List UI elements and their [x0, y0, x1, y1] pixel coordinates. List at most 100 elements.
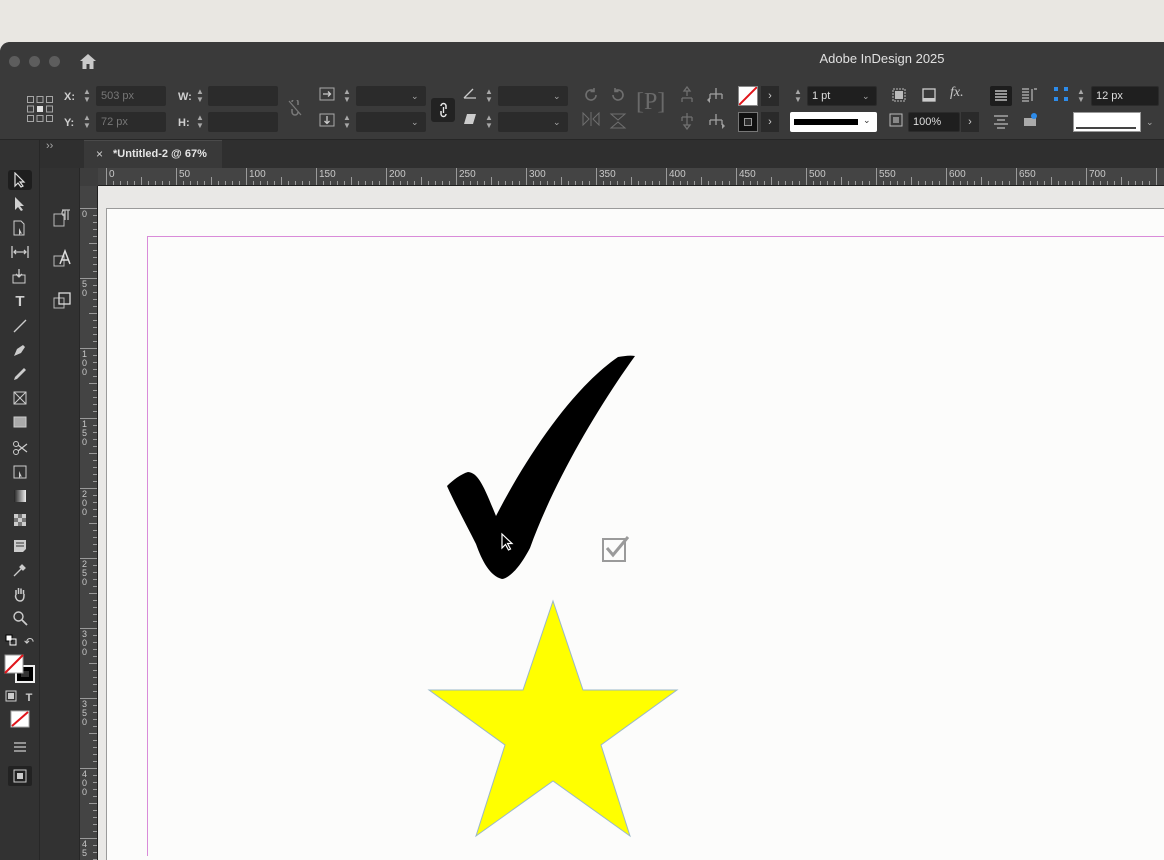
- character-styles-icon[interactable]: [52, 248, 72, 268]
- vertical-ruler[interactable]: 0 5 0 1 0 0 1 5 0 2 0 0 2 5 0 3 0 0 3 5 0 4 0 0 4…: [80, 186, 98, 860]
- constrain-proportions-icon[interactable]: [288, 98, 302, 119]
- stroke-swatch-icon[interactable]: [738, 112, 758, 132]
- content-collector-tool-icon[interactable]: [8, 266, 32, 286]
- eyedropper-tool-icon[interactable]: [8, 560, 32, 580]
- align-right-icon[interactable]: [1019, 86, 1039, 107]
- swatch-preview[interactable]: [1073, 112, 1141, 132]
- select-next-object-icon[interactable]: [706, 112, 726, 133]
- swap-colors-icon[interactable]: ↶: [22, 632, 36, 652]
- width-field[interactable]: [208, 86, 278, 106]
- home-icon[interactable]: [78, 52, 98, 70]
- gradient-swatch-tool-icon[interactable]: [8, 486, 32, 506]
- frame-fitting-icon[interactable]: [920, 86, 938, 107]
- stroke-weight-stepper[interactable]: ▲ ▼: [793, 88, 803, 106]
- scale-x-dropdown[interactable]: ⌄: [411, 91, 419, 102]
- fill-menu-button[interactable]: ›: [761, 86, 779, 106]
- select-container-icon[interactable]: [679, 85, 695, 107]
- ruler-tick: [799, 181, 800, 185]
- shear-stepper[interactable]: ▲ ▼: [484, 114, 494, 132]
- ruler-tick: [414, 181, 415, 185]
- note-tool-icon[interactable]: [8, 536, 32, 556]
- h-stepper[interactable]: ▲ ▼: [195, 114, 205, 132]
- line-tool-icon[interactable]: [8, 316, 32, 336]
- pasteboard[interactable]: [98, 186, 1164, 860]
- screen-mode-icon[interactable]: [8, 738, 32, 758]
- gradient-feather-tool-icon[interactable]: [8, 510, 32, 530]
- ruler-tick: [93, 789, 97, 790]
- rotation-stepper[interactable]: ▲ ▼: [484, 88, 494, 106]
- horizontal-ruler[interactable]: 0 50 100 150 200 250 300 350 400 450 500 550 600 650 7…: [98, 168, 1164, 186]
- y-position-field[interactable]: 72 px: [96, 112, 166, 132]
- document-tab[interactable]: × *Untitled-2 @ 67%: [84, 140, 222, 168]
- select-previous-object-icon[interactable]: [706, 86, 726, 107]
- stroke-menu-button[interactable]: ›: [761, 112, 779, 132]
- scale-y-stepper[interactable]: ▲ ▼: [342, 114, 352, 132]
- link-icon[interactable]: [431, 98, 455, 122]
- panel-collapse-icon[interactable]: ››: [46, 140, 53, 152]
- align-left-icon[interactable]: [990, 86, 1012, 106]
- x-stepper[interactable]: ▲ ▼: [82, 88, 92, 106]
- fx-icon[interactable]: fx.: [950, 85, 964, 101]
- transform-reference-icon[interactable]: [P]: [636, 90, 665, 114]
- close-window-button[interactable]: [9, 56, 20, 67]
- rotate-counterclockwise-icon[interactable]: [609, 86, 627, 107]
- formatting-text-icon[interactable]: T: [22, 688, 36, 708]
- close-tab-icon[interactable]: ×: [96, 147, 103, 161]
- stroke-weight-dropdown[interactable]: ⌄: [862, 91, 870, 102]
- ruler-origin[interactable]: [80, 168, 98, 186]
- flip-horizontal-icon[interactable]: [582, 111, 600, 129]
- w-stepper[interactable]: ▲ ▼: [195, 88, 205, 106]
- fill-stroke-swatch[interactable]: [4, 652, 36, 684]
- pen-tool-icon[interactable]: [8, 340, 32, 360]
- gap-stepper[interactable]: ▲ ▼: [1076, 88, 1086, 106]
- checkmark-shape[interactable]: [447, 355, 635, 579]
- selection-tool-icon[interactable]: [8, 170, 32, 190]
- direct-selection-tool-icon[interactable]: [8, 194, 32, 214]
- star-shape[interactable]: [427, 599, 679, 838]
- distribute-icon[interactable]: [992, 112, 1010, 133]
- scale-x-stepper[interactable]: ▲ ▼: [342, 88, 352, 106]
- ruler-tick: [93, 425, 97, 426]
- hand-tool-icon[interactable]: [8, 584, 32, 604]
- free-transform-tool-icon[interactable]: [8, 462, 32, 482]
- zoom-tool-icon[interactable]: [8, 608, 32, 628]
- formatting-container-icon[interactable]: [4, 688, 18, 708]
- rectangle-tool-icon[interactable]: [8, 412, 32, 432]
- rotation-dropdown[interactable]: ⌄: [553, 91, 561, 102]
- gap-tool-icon[interactable]: [1053, 86, 1069, 105]
- reference-point-icon[interactable]: [26, 95, 54, 126]
- checkbox-icon[interactable]: [602, 536, 630, 562]
- rectangle-frame-tool-icon[interactable]: [8, 388, 32, 408]
- arrange-icon[interactable]: [1021, 112, 1039, 133]
- view-mode-icon[interactable]: [8, 766, 32, 786]
- pencil-tool-icon[interactable]: [8, 364, 32, 384]
- paragraph-styles-icon[interactable]: [52, 208, 72, 228]
- ruler-tick: [260, 181, 261, 185]
- fill-none-icon[interactable]: [738, 86, 758, 106]
- minimize-window-button[interactable]: [29, 56, 40, 67]
- y-stepper[interactable]: ▲ ▼: [82, 114, 92, 132]
- zoom-window-button[interactable]: [49, 56, 60, 67]
- opacity-menu-button[interactable]: ›: [961, 112, 979, 132]
- ruler-tick: [89, 663, 97, 664]
- scale-y-dropdown[interactable]: ⌄: [411, 117, 419, 128]
- page-tool-icon[interactable]: [8, 218, 32, 238]
- x-position-field[interactable]: 503 px: [96, 86, 166, 106]
- select-content-icon[interactable]: [679, 112, 695, 133]
- type-tool-icon[interactable]: T: [8, 292, 32, 312]
- apply-none-icon[interactable]: [8, 708, 32, 728]
- swatch-dropdown[interactable]: ⌄: [1146, 117, 1154, 128]
- opacity-field[interactable]: 100%: [908, 112, 960, 132]
- flip-vertical-icon[interactable]: [609, 112, 627, 133]
- gap-field[interactable]: 12 px: [1091, 86, 1159, 106]
- object-styles-icon[interactable]: [52, 290, 72, 310]
- stroke-type-dropdown[interactable]: ⌄: [790, 112, 877, 132]
- ruler-tick: [813, 181, 814, 185]
- rotate-clockwise-icon[interactable]: [582, 86, 600, 107]
- height-field[interactable]: [208, 112, 278, 132]
- scissors-tool-icon[interactable]: [8, 438, 32, 458]
- default-colors-icon[interactable]: [4, 632, 18, 652]
- text-wrap-bounding-icon[interactable]: [890, 86, 908, 107]
- gap-tool-icon[interactable]: [8, 242, 32, 262]
- shear-dropdown[interactable]: ⌄: [553, 117, 561, 128]
